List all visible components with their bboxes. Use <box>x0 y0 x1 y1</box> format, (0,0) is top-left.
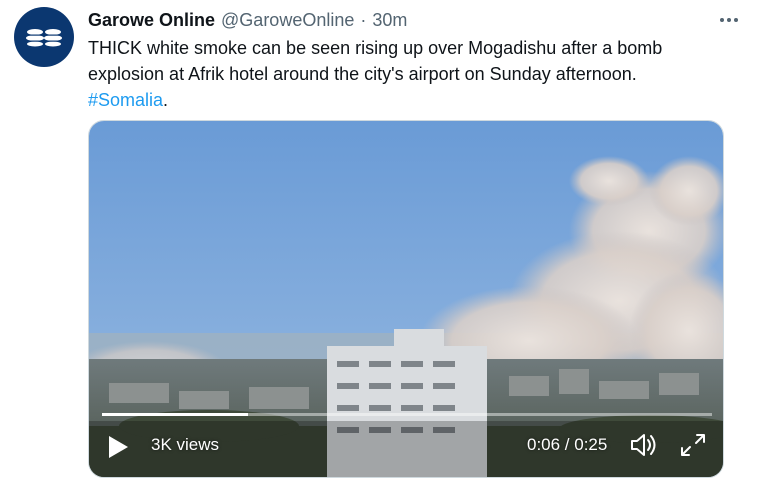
tweet-text: THICK white smoke can be seen rising up … <box>88 35 728 113</box>
play-icon <box>109 436 128 458</box>
volume-button[interactable] <box>629 431 659 464</box>
separator-dot: · <box>360 10 367 30</box>
hashtag-suffix: . <box>163 90 169 110</box>
video-player[interactable]: 3K views 0:06 / 0:25 <box>88 120 724 478</box>
tweet-card[interactable]: Garowe Online @GaroweOnline · 30m THICK … <box>0 0 760 483</box>
view-count: 3K views <box>151 435 220 454</box>
tweet-text-line: explosion at Afrik hotel around the city… <box>88 64 637 84</box>
author-handle[interactable]: @GaroweOnline <box>221 7 354 33</box>
hashtag-link[interactable]: #Somalia <box>88 90 163 110</box>
video-controls: 3K views 0:06 / 0:25 <box>89 427 723 467</box>
avatar[interactable] <box>14 7 74 67</box>
tweet-header: Garowe Online @GaroweOnline · 30m <box>88 7 728 33</box>
fullscreen-button[interactable] <box>679 432 707 463</box>
author-name[interactable]: Garowe Online <box>88 7 215 33</box>
video-timecode: 0:06 / 0:25 <box>527 435 608 454</box>
garowe-logo-icon <box>24 29 64 47</box>
video-progress-fill <box>102 413 249 416</box>
fullscreen-icon <box>681 434 705 456</box>
tweet-text-line: THICK white smoke can be seen rising up … <box>88 38 663 58</box>
tweet-content: Garowe Online @GaroweOnline · 30m THICK … <box>88 7 738 113</box>
volume-icon <box>631 434 656 456</box>
video-frame <box>89 121 723 477</box>
tweet-timestamp[interactable]: 30m <box>372 7 407 33</box>
play-button[interactable] <box>107 435 129 464</box>
tweet-text-line: #Somalia. <box>88 87 728 113</box>
video-progress-bar[interactable] <box>102 413 712 416</box>
more-options-icon[interactable] <box>714 11 744 29</box>
